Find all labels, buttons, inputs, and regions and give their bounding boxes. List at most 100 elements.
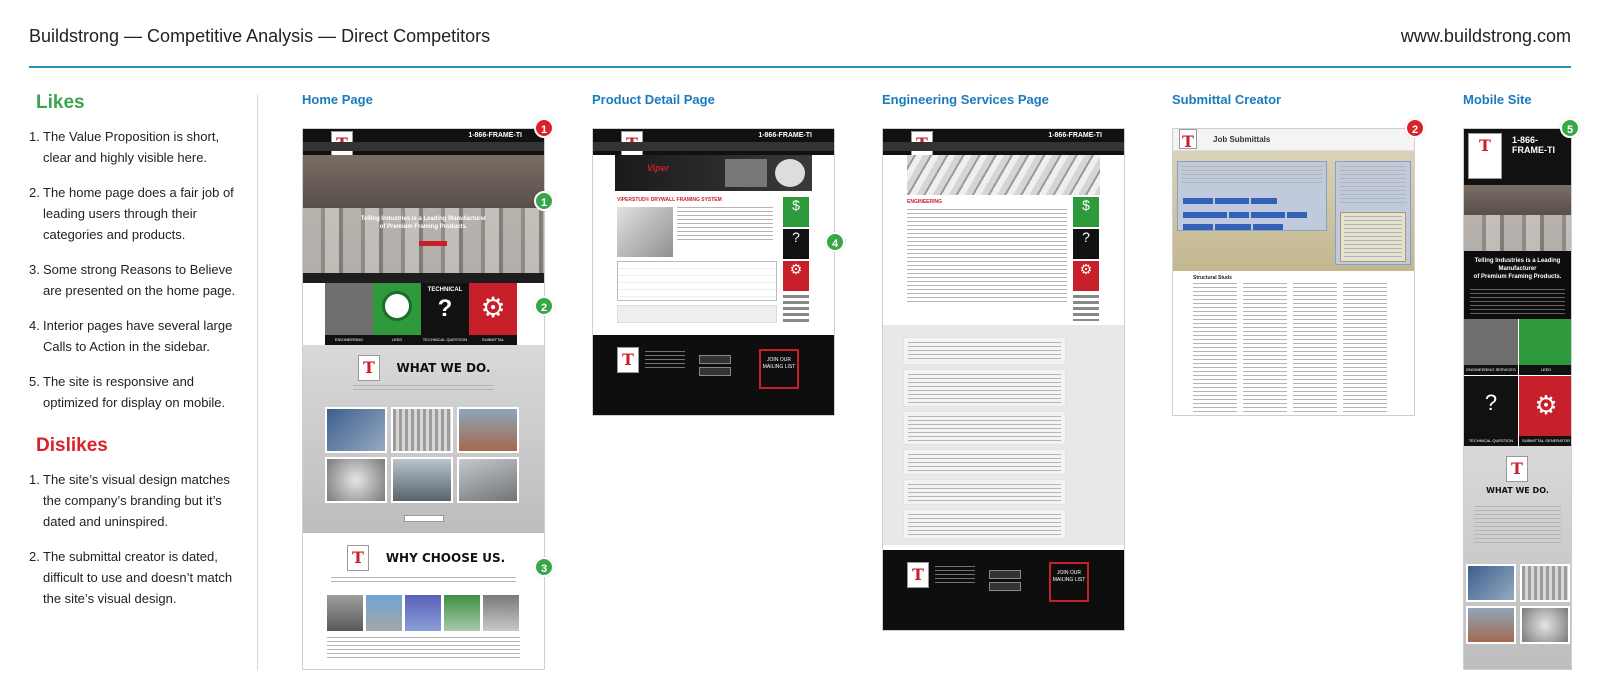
column-submittal-creator: Submittal Creator — [1172, 92, 1281, 118]
tile-label: TECHNICAL QUESTION — [1464, 436, 1518, 446]
list-text: Some strong Reasons to Believe are prese… — [43, 262, 236, 298]
coils-image — [1464, 214, 1571, 251]
technical-question-button[interactable]: ? — [1073, 229, 1099, 259]
filter-button[interactable] — [1183, 198, 1213, 204]
hero-cta-button[interactable] — [419, 241, 447, 246]
submittal-creator-screenshot: Job Submittals Structural Studs — [1172, 128, 1415, 416]
gallery-thumb[interactable] — [1466, 564, 1516, 602]
callout-badge: 2 — [1405, 118, 1425, 138]
join-mailing-list-button[interactable]: JOIN OUR MAILING LIST — [1049, 562, 1089, 602]
hero-line-2: of Premium Framing Products. — [1473, 274, 1562, 280]
quote-request-button[interactable]: $ — [1073, 197, 1099, 227]
gallery-thumb[interactable] — [325, 457, 387, 503]
tile-label: ENGINEERING SERVICES — [1464, 365, 1518, 375]
product-banner: Viper — [615, 155, 812, 191]
google-play-badge[interactable] — [989, 582, 1021, 591]
hero-line-1: Telling Industries is a Leading Manufact… — [360, 216, 487, 222]
gear-icon: ⚙ — [789, 261, 803, 277]
engineering-banner — [907, 155, 1100, 195]
filter-button[interactable] — [1253, 224, 1283, 230]
reason-image — [366, 595, 402, 631]
tile-submittal-generator[interactable]: ⚙ SUBMITTAL GENERATOR — [1519, 376, 1571, 446]
card-text — [908, 416, 1061, 442]
hero-caption-bar — [303, 273, 544, 283]
tile-leed[interactable]: LEED — [373, 283, 421, 345]
results-column — [1243, 283, 1287, 413]
list-item: 3. Some strong Reasons to Believe are pre… — [29, 259, 239, 301]
reason-image — [405, 595, 441, 631]
list-number: 3. — [29, 262, 40, 277]
list-item: 4. Interior pages have several large Call… — [29, 315, 239, 357]
app-store-badge[interactable] — [699, 355, 731, 364]
submittal-title: Job Submittals — [1213, 135, 1271, 144]
reason-image — [483, 595, 519, 631]
gallery-thumb[interactable] — [457, 457, 519, 503]
list-item: 2. The home page does a fair job of leadi… — [29, 182, 239, 245]
notes-panel: Likes 1. The Value Proposition is short, … — [29, 92, 239, 623]
list-item: 1. The site’s visual design matches the c… — [29, 469, 239, 532]
telling-logo — [907, 562, 929, 588]
tile-technical-question[interactable]: ? TECHNICAL QUESTION — [1464, 376, 1518, 446]
project-search-panel — [1335, 161, 1411, 265]
list-number: 1. — [29, 472, 40, 487]
mobile-intro-text — [1470, 289, 1565, 315]
viperstud-logo: Viper — [647, 163, 670, 173]
tile-label: ENGINEERING SERVICES — [325, 335, 373, 352]
tile-label: LEED — [373, 335, 421, 345]
filter-button[interactable] — [1215, 224, 1251, 230]
leed-icon — [382, 291, 412, 321]
product-photo — [725, 159, 767, 187]
gallery-thumb[interactable] — [391, 407, 453, 453]
results-column — [1193, 283, 1237, 413]
form-fields[interactable] — [1182, 166, 1322, 184]
likes-heading: Likes — [36, 92, 85, 113]
tile-technical-question[interactable]: TECHNICAL ? TECHNICAL QUESTION — [421, 283, 469, 345]
site-nav — [303, 142, 544, 151]
results-heading: Structural Studs — [1193, 275, 1232, 281]
tile-engineering-services[interactable]: ENGINEERING SERVICES — [1464, 319, 1518, 375]
mobile-site-screenshot: 1-866-FRAME-TI Telling Industries is a L… — [1463, 128, 1572, 670]
dollar-icon: $ — [1082, 197, 1090, 213]
gallery-thumb[interactable] — [325, 407, 387, 453]
tile-engineering-services[interactable]: ENGINEERING SERVICES — [325, 283, 373, 352]
gallery-thumb[interactable] — [1520, 564, 1570, 602]
app-store-badge[interactable] — [989, 570, 1021, 579]
partner-card — [903, 479, 1066, 505]
hero-headline: Telling Industries is a Leading Manufact… — [303, 215, 544, 231]
join-mailing-list-button[interactable]: JOIN OUR MAILING LIST — [759, 349, 799, 389]
gallery-thumb[interactable] — [391, 457, 453, 503]
product-heading: VIPERSTUD® DRYWALL FRAMING SYSTEM — [617, 197, 722, 203]
submittal-generator-button[interactable]: ⚙ — [1073, 261, 1099, 291]
view-products-button[interactable] — [404, 515, 444, 522]
list-item: 5. The site is responsive and optimized f… — [29, 371, 239, 413]
tile-submittal-generator[interactable]: ⚙ SUBMITTAL GENERATOR — [469, 283, 517, 352]
tile-leed[interactable]: LEED — [1519, 319, 1571, 375]
section-heading: WHAT WE DO. — [1486, 486, 1549, 495]
filter-button[interactable] — [1215, 198, 1249, 204]
gallery-thumb[interactable] — [1520, 606, 1570, 644]
tile-label: LEED — [1519, 365, 1571, 375]
gallery-thumb[interactable] — [457, 407, 519, 453]
mobile-hero-text: Telling Industries is a Leading Manufact… — [1464, 251, 1571, 319]
phone-number: 1-866-FRAME-TI — [1048, 132, 1102, 139]
list-text: The submittal creator is dated, difficul… — [43, 549, 233, 606]
partner-card — [903, 337, 1066, 365]
quote-request-button[interactable]: $ — [783, 197, 809, 227]
site-nav — [883, 142, 1124, 151]
filter-button[interactable] — [1251, 198, 1277, 204]
list-number: 5. — [29, 374, 40, 389]
gallery-thumb[interactable] — [1466, 606, 1516, 644]
footer-address — [645, 351, 685, 371]
partner-card — [903, 449, 1066, 475]
card-text — [908, 454, 1061, 472]
google-play-badge[interactable] — [699, 367, 731, 376]
search-fields[interactable] — [1340, 166, 1406, 206]
technical-question-button[interactable]: ? — [783, 229, 809, 259]
submittal-generator-button[interactable]: ⚙ — [783, 261, 809, 291]
what-we-do-section: WHAT WE DO. — [303, 345, 544, 533]
product-photo — [775, 159, 805, 187]
phone-number: 1-866-FRAME-TI — [468, 132, 522, 139]
product-tabs[interactable] — [617, 305, 777, 323]
phone-number: 1-866-FRAME-TI — [758, 132, 812, 139]
filter-button[interactable] — [1183, 224, 1213, 230]
